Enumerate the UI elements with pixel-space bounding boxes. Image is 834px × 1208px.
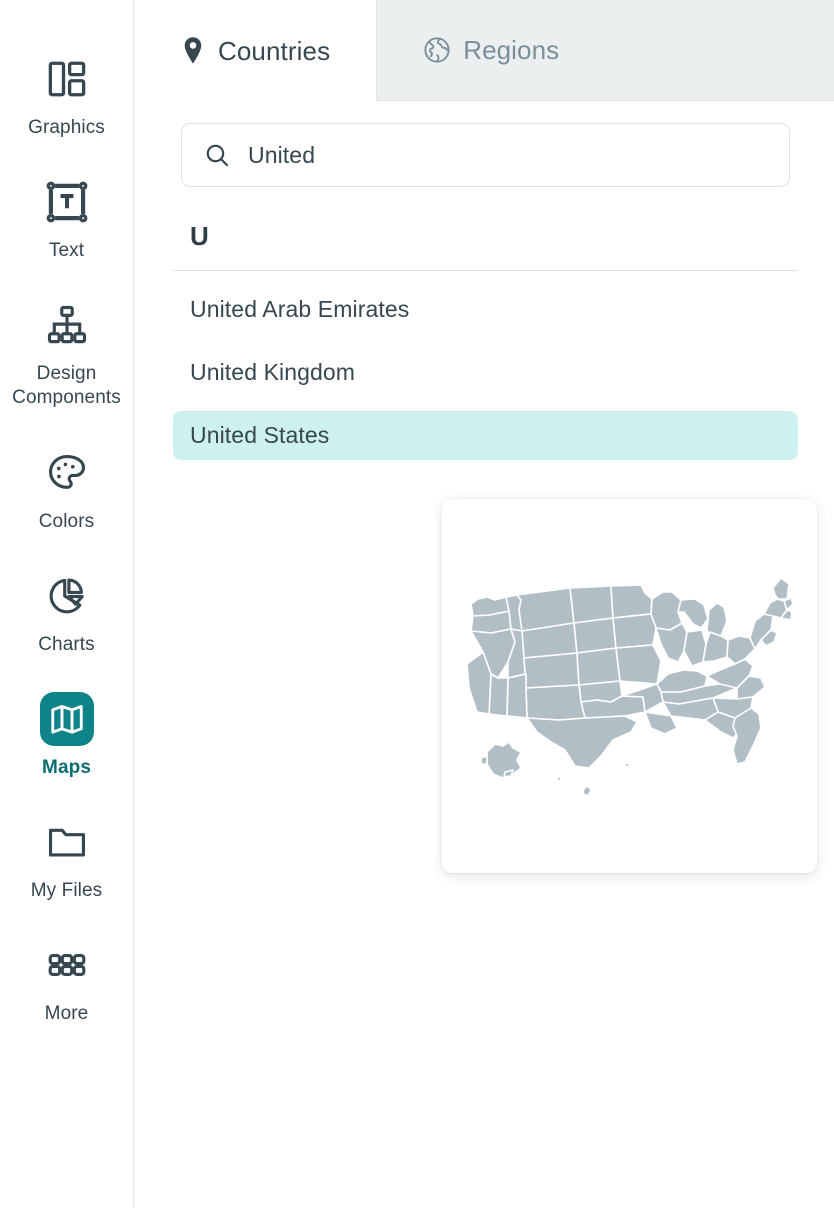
design-components-hierarchy-icon	[40, 298, 94, 352]
sidebar-item-text[interactable]: Text	[0, 175, 133, 262]
left-toolbar: Graphics Text Design Components Colors C…	[0, 0, 134, 1208]
tab-label: Regions	[463, 35, 560, 65]
sidebar-item-label: My Files	[30, 880, 103, 901]
sidebar-item-label: More	[44, 1003, 89, 1024]
sidebar-item-label: Graphics	[28, 117, 105, 138]
country-name: United Arab Emirates	[190, 296, 410, 322]
sidebar-item-label: Maps	[42, 757, 91, 778]
sidebar-item-label: Text	[48, 240, 85, 261]
maps-panel: Graphics Text Design Components Colors C…	[0, 0, 834, 1208]
tab-regions[interactable]: Regions	[376, 0, 834, 101]
tab-bar: Countries Regions	[134, 0, 834, 101]
sidebar-item-graphics[interactable]: Graphics	[0, 52, 133, 139]
tab-countries[interactable]: Countries	[134, 0, 377, 101]
sidebar-item-colors[interactable]: Colors	[0, 446, 133, 533]
grid-dots-icon	[40, 938, 94, 992]
list-item[interactable]: United Arab Emirates	[173, 285, 798, 334]
country-name: United Kingdom	[190, 359, 356, 385]
color-palette-icon	[40, 446, 94, 500]
country-name: United States	[190, 422, 330, 448]
list-item[interactable]: United Kingdom	[173, 348, 798, 397]
sidebar-item-label: Charts	[38, 634, 95, 655]
search-field[interactable]	[181, 123, 790, 187]
sidebar-item-charts[interactable]: Charts	[0, 569, 133, 656]
search-icon	[204, 142, 230, 168]
tab-label: Countries	[218, 35, 331, 66]
sidebar-item-label: Design Components	[12, 363, 121, 408]
map-preview-card[interactable]	[442, 499, 817, 873]
group-header-letter: U	[190, 221, 209, 251]
sidebar-item-design-components[interactable]: Design Components	[0, 298, 133, 410]
globe-icon	[423, 36, 451, 64]
folder-icon	[40, 815, 94, 869]
text-frame-icon	[40, 175, 94, 229]
sidebar-item-more[interactable]: More	[0, 938, 133, 1025]
folded-map-icon	[39, 692, 94, 746]
sidebar-item-my-files[interactable]: My Files	[0, 815, 133, 902]
list-item-selected[interactable]: United States	[173, 411, 798, 460]
sidebar-item-label: Colors	[38, 511, 95, 532]
sidebar-item-maps[interactable]: Maps	[0, 692, 133, 779]
group-divider	[173, 270, 798, 271]
united-states-map-thumbnail	[465, 577, 794, 796]
maps-main-panel: Countries Regions United U United Arab E…	[134, 0, 834, 1208]
country-results-list: U United Arab Emirates United Kingdom Un…	[173, 221, 798, 460]
graphics-layout-icon	[40, 52, 94, 106]
map-pin-icon	[180, 36, 206, 66]
search-input[interactable]	[248, 141, 767, 169]
pie-chart-icon	[40, 569, 94, 623]
